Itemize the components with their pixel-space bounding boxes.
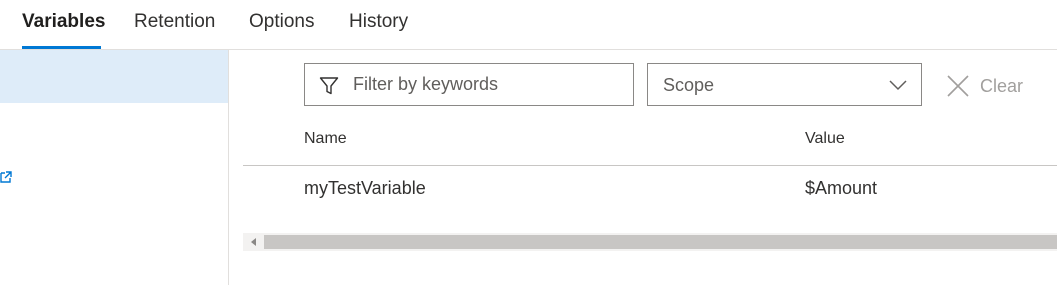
tab-retention[interactable]: Retention: [134, 11, 215, 33]
variable-name-cell[interactable]: myTestVariable: [304, 178, 426, 199]
filter-box: [304, 63, 634, 106]
clear-button[interactable]: Clear: [944, 70, 1034, 102]
left-pane-selected-item[interactable]: [0, 50, 228, 103]
filter-funnel-icon: [319, 76, 339, 96]
tab-variables[interactable]: Variables: [22, 11, 105, 33]
external-link-icon[interactable]: [0, 170, 12, 183]
active-tab-indicator: [22, 46, 101, 49]
scope-dropdown[interactable]: Scope: [647, 63, 922, 106]
header-divider: [243, 165, 1057, 166]
filter-keywords-input[interactable]: [353, 64, 631, 105]
tab-bar: Variables Retention Options History: [0, 0, 1057, 50]
tab-options[interactable]: Options: [249, 11, 314, 33]
tab-history[interactable]: History: [349, 11, 408, 33]
variable-value-cell[interactable]: $Amount: [805, 178, 877, 199]
left-pane: [0, 50, 229, 285]
scroll-left-arrow-icon[interactable]: [251, 238, 256, 246]
column-header-value[interactable]: Value: [805, 130, 845, 148]
scope-dropdown-label: Scope: [663, 75, 715, 95]
clear-button-label: Clear: [980, 76, 1024, 96]
column-header-name[interactable]: Name: [304, 130, 347, 148]
chevron-down-icon: [888, 78, 908, 92]
horizontal-scrollbar[interactable]: [243, 233, 1057, 251]
close-icon: [946, 74, 970, 98]
scrollbar-thumb[interactable]: [264, 235, 1057, 249]
